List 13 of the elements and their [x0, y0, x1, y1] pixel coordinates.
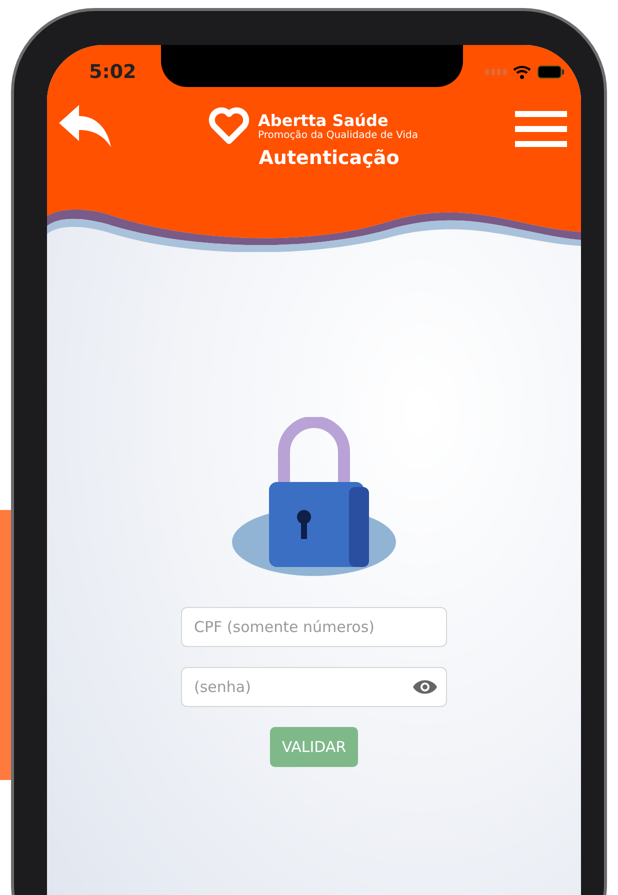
app-name: Abertta Saúde	[258, 111, 390, 130]
eye-icon[interactable]	[413, 679, 437, 695]
wifi-icon	[513, 65, 531, 79]
page-title: Autenticação	[258, 147, 400, 169]
app-tagline: Promoção da Qualidade de Vida	[258, 130, 418, 141]
password-input-field[interactable]: (senha)	[181, 667, 447, 707]
back-arrow-icon[interactable]	[59, 103, 111, 147]
cpf-input-field[interactable]: CPF (somente números)	[181, 607, 447, 647]
status-time: 5:02	[89, 61, 136, 83]
menu-icon[interactable]	[515, 111, 567, 147]
heart-logo-icon	[208, 107, 250, 145]
signal-icon	[485, 69, 507, 75]
battery-icon	[537, 65, 565, 79]
